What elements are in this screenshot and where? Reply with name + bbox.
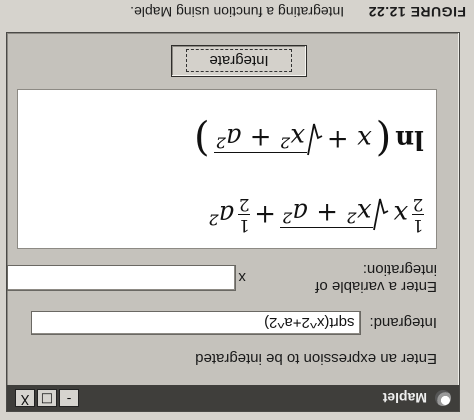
ln-arg-x: x + xyxy=(326,124,372,154)
window-controls: - □ X xyxy=(15,389,79,407)
result-line-1: 1 2 x x² + a² + 1 2 a² xyxy=(208,194,424,235)
figure-caption: FIGURE 12.22 Integrating a function usin… xyxy=(0,2,466,22)
ln-function: ln xyxy=(395,124,424,154)
sqrt-1: x² + a² xyxy=(280,197,389,232)
maplet-window: Maplet - □ X Enter an expression to be i… xyxy=(6,32,460,412)
coeff-2-numerator: 1 xyxy=(238,215,250,235)
term2-a-squared: a² xyxy=(208,199,235,230)
coeff-2-denominator: 2 xyxy=(238,194,250,214)
title-bar: Maplet - □ X xyxy=(7,385,459,411)
open-paren: ( xyxy=(375,116,392,162)
term1-x: x xyxy=(393,199,408,230)
window-title: Maplet xyxy=(382,390,427,406)
coeff-fraction-2: 1 2 xyxy=(238,194,251,235)
variable-value[interactable]: x xyxy=(238,270,246,287)
coeff-fraction-1: 1 2 xyxy=(412,194,424,235)
variable-label: Enter a variable of integration: xyxy=(315,261,437,295)
integrate-button[interactable]: Integrate xyxy=(171,45,307,77)
close-paren: ) xyxy=(193,116,210,162)
result-display: 1 2 x x² + a² + 1 2 a² ln (x + x² + a² … xyxy=(17,89,437,249)
result-line-2: ln ( x + x² + a² ) xyxy=(194,116,424,162)
integrand-label: Integrand: xyxy=(369,314,437,332)
figure-number: FIGURE 12.22 xyxy=(368,4,466,20)
sqrt-1-body: x² + a² xyxy=(280,197,374,229)
sqrt-2-body: x² + a² xyxy=(213,122,307,153)
variable-input[interactable] xyxy=(7,265,237,291)
figure-caption-text: Integrating a function using Maple. xyxy=(130,4,345,20)
photo-stage: FIGURE 12.22 Integrating a function usin… xyxy=(0,0,474,420)
close-button[interactable]: X xyxy=(15,389,35,407)
maple-logo-icon xyxy=(435,390,451,406)
minimize-button[interactable]: - xyxy=(59,389,79,407)
coeff-1-numerator: 1 xyxy=(412,215,424,235)
maximize-button[interactable]: □ xyxy=(37,389,57,407)
integrand-input[interactable]: sqrt(x^2+a^2) xyxy=(31,311,362,335)
sqrt-2: x² + a² xyxy=(213,122,323,156)
integrate-button-label: Integrate xyxy=(186,49,292,73)
plus-sign-1: + xyxy=(254,199,276,230)
variable-row: Enter a variable of integration: x xyxy=(7,261,437,295)
instruction-text: Enter an expression to be integrated xyxy=(195,350,437,367)
coeff-1-denominator: 2 xyxy=(412,194,424,214)
integrand-row: Integrand: sqrt(x^2+a^2) xyxy=(31,311,437,335)
